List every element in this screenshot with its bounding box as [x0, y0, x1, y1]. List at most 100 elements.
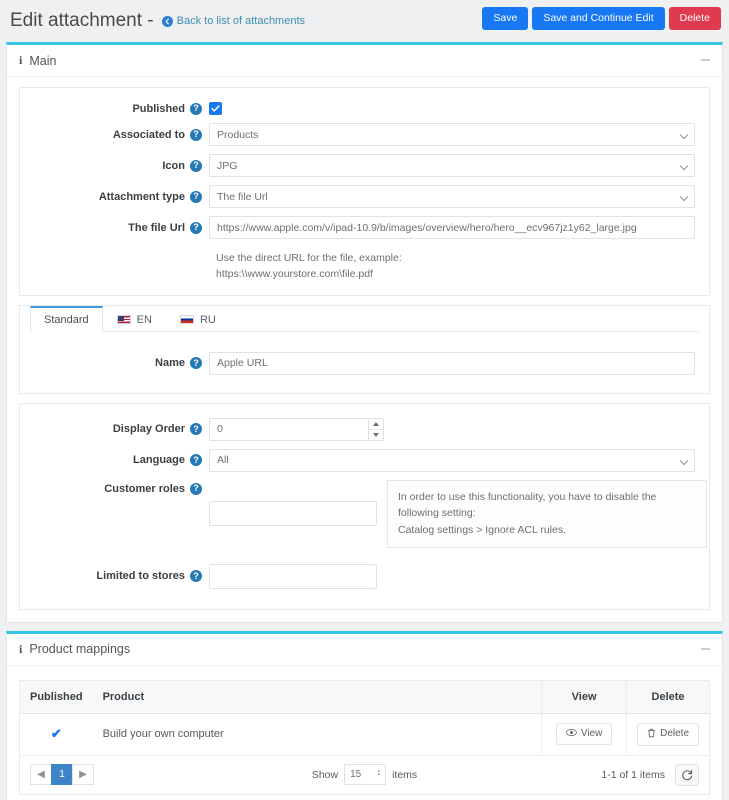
settings-card: Display Order ? Language ?	[19, 402, 710, 610]
product-mappings-panel: i Product mappings Published Product Vie…	[6, 630, 723, 800]
stepper-up-icon[interactable]	[369, 419, 383, 430]
associated-to-control: Products	[209, 123, 695, 146]
name-help-icon[interactable]: ?	[190, 357, 202, 370]
limited-to-stores-help-icon[interactable]: ?	[190, 570, 202, 583]
customer-roles-input[interactable]	[209, 501, 377, 527]
icon-label-group: Icon ?	[34, 159, 209, 172]
file-url-hint-line2: https:\\www.yourstore.com\file.pdf	[216, 268, 373, 281]
customer-roles-help-icon[interactable]: ?	[190, 482, 202, 495]
page-header: Edit attachment - Back to list of attach…	[0, 0, 729, 42]
published-checkbox[interactable]	[209, 102, 222, 115]
display-order-label: Display Order	[112, 423, 185, 436]
tab-ru[interactable]: RU	[166, 306, 230, 332]
customer-roles-label-group: Customer roles ?	[34, 480, 209, 495]
associated-to-label-group: Associated to ?	[34, 128, 209, 141]
file-url-hint-line1: Use the direct URL for the file, example…	[216, 252, 402, 264]
page-buttons: ◀ 1 ▶	[30, 764, 94, 786]
limited-to-stores-row: Limited to stores ?	[34, 563, 695, 589]
main-panel-collapse-toggle[interactable]	[698, 53, 712, 67]
delete-button[interactable]: Delete	[668, 7, 721, 30]
row-delete-button[interactable]: Delete	[637, 722, 699, 746]
customer-roles-control: In order to use this functionality, you …	[209, 479, 707, 548]
file-url-help-icon[interactable]: ?	[190, 221, 202, 234]
icon-row: Icon ? JPG	[34, 154, 695, 177]
page-prev-button[interactable]: ◀	[30, 764, 52, 786]
attachment-type-label-group: Attachment type ?	[34, 190, 209, 203]
view-button[interactable]: View	[555, 723, 613, 746]
icon-label: Icon	[162, 159, 185, 172]
page-next-button[interactable]: ▶	[72, 764, 94, 786]
table-header-row: Published Product View Delete	[20, 680, 709, 714]
show-label: Show	[311, 768, 339, 781]
save-and-continue-button[interactable]: Save and Continue Edit	[532, 7, 665, 30]
view-button-label: View	[580, 728, 603, 740]
limited-to-stores-label: Limited to stores	[96, 570, 185, 583]
column-header-view: View	[541, 680, 627, 714]
attachment-type-label: Attachment type	[98, 190, 185, 203]
published-help-icon[interactable]: ?	[190, 102, 202, 115]
display-order-stepper[interactable]	[368, 418, 383, 440]
attachment-type-select[interactable]: The file Url	[209, 185, 695, 208]
row-delete-button-label: Delete	[660, 728, 689, 740]
customer-roles-row: Customer roles ? In order to use this fu…	[34, 479, 707, 548]
flag-us-icon	[116, 315, 131, 325]
name-label-group: Name ?	[34, 357, 209, 370]
published-check-icon: ✔	[50, 726, 62, 742]
file-url-row: The file Url ?	[34, 216, 695, 239]
language-select[interactable]: All	[209, 448, 695, 472]
limited-to-stores-input[interactable]	[209, 563, 377, 589]
main-panel-body: Published ? Associated to ? Products Ico…	[7, 77, 722, 622]
display-order-row: Display Order ?	[34, 417, 695, 441]
product-mappings-table: Published Product View Delete ✔ Build yo…	[20, 680, 709, 756]
eye-icon	[566, 728, 577, 740]
page-1-button[interactable]: 1	[51, 764, 73, 786]
published-label: Published	[132, 102, 185, 115]
display-order-input[interactable]	[209, 417, 384, 441]
save-button[interactable]: Save	[482, 7, 529, 30]
published-row: Published ?	[34, 102, 695, 115]
refresh-button[interactable]	[675, 763, 699, 786]
file-url-control	[209, 216, 695, 239]
column-header-delete: Delete	[626, 680, 709, 714]
icon-select[interactable]: JPG	[209, 154, 695, 177]
back-to-list-label: Back to list of attachments	[176, 15, 306, 27]
info-icon: i	[19, 53, 23, 67]
stepper-down-icon[interactable]	[369, 430, 383, 440]
trash-icon	[647, 728, 656, 741]
main-panel: i Main Published ? Associated to ? Produ…	[6, 42, 723, 623]
published-control	[209, 102, 695, 115]
language-help-icon[interactable]: ?	[190, 454, 202, 467]
tab-en-label: EN	[136, 313, 152, 326]
back-to-list-link[interactable]: Back to list of attachments	[161, 15, 306, 27]
file-url-hint: Use the direct URL for the file, example…	[216, 250, 695, 283]
tab-standard[interactable]: Standard	[30, 305, 103, 332]
product-mappings-body: Published Product View Delete ✔ Build yo…	[7, 666, 722, 800]
cell-published: ✔	[20, 713, 93, 756]
acl-notice: In order to use this functionality, you …	[387, 479, 707, 548]
display-order-help-icon[interactable]: ?	[190, 423, 202, 436]
tab-ru-label: RU	[199, 313, 216, 326]
limited-to-stores-control	[209, 563, 695, 589]
back-arrow-icon	[161, 15, 173, 27]
product-mappings-collapse-toggle[interactable]	[698, 642, 712, 656]
attachment-type-help-icon[interactable]: ?	[190, 190, 202, 203]
associated-to-help-icon[interactable]: ?	[190, 128, 202, 141]
tab-en[interactable]: EN	[103, 306, 166, 332]
language-label: Language	[133, 454, 185, 467]
page-size-select[interactable]: 15	[344, 764, 387, 786]
main-panel-title: Main	[29, 53, 57, 68]
limited-to-stores-label-group: Limited to stores ?	[34, 570, 209, 583]
file-url-input[interactable]	[209, 216, 695, 239]
icon-help-icon[interactable]: ?	[190, 159, 202, 172]
header-actions: Save Save and Continue Edit Delete	[482, 7, 721, 30]
cell-view: View	[541, 713, 627, 756]
name-input[interactable]	[209, 351, 695, 375]
language-control: All	[209, 448, 695, 472]
name-label: Name	[155, 357, 185, 370]
localized-card: Standard EN RU Name ?	[19, 304, 710, 394]
customer-roles-label: Customer roles	[104, 482, 185, 495]
associated-to-select[interactable]: Products	[209, 123, 695, 146]
file-url-label: The file Url	[128, 221, 185, 234]
acl-notice-line2: Catalog settings > Ignore ACL rules.	[398, 524, 566, 537]
main-panel-header: i Main	[7, 45, 722, 77]
